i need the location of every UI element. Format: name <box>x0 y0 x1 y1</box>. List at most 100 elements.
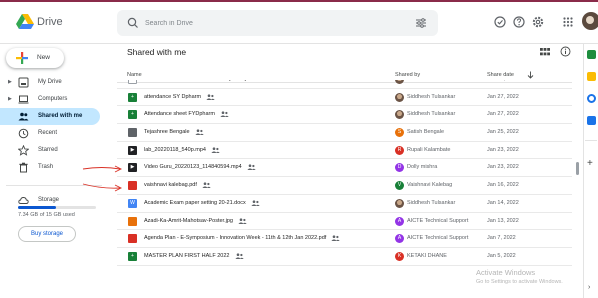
sidebar-item-recent[interactable]: Recent <box>0 125 104 142</box>
settings-gear-icon[interactable] <box>531 15 545 29</box>
file-name: Azadi-Ka-Amrit-Mahotsav-Poster.jpg <box>144 217 233 224</box>
shared-by-name: Prashant Gurav <box>407 80 446 82</box>
top-bar: Drive <box>0 2 598 44</box>
folder-file-icon <box>128 128 137 138</box>
add-addon-icon[interactable]: + <box>587 158 593 169</box>
file-name: MASTER PLAN FIRST HALF 2022 <box>144 252 230 259</box>
shared-by-name: Siddhesh Tulsankar <box>407 93 456 100</box>
shared-by-name: Siddhesh Tulsankar <box>407 199 456 206</box>
shared-by-name: AICTE Technical Support <box>407 217 469 224</box>
owner-avatar: V <box>395 181 404 191</box>
owner-avatar: S <box>395 128 404 138</box>
video-file-icon: ▶ <box>128 163 137 173</box>
owner-avatar <box>395 110 404 120</box>
help-icon[interactable] <box>512 15 526 29</box>
search-options-icon[interactable] <box>414 16 428 30</box>
sidebar-item-shared-with-me[interactable]: Shared with me <box>0 108 100 125</box>
table-row[interactable]: Tejashree Bengale S Satish Bengale Jan 25, … <box>117 124 572 142</box>
shared-by-name: KETAKI DHANE <box>407 252 447 259</box>
search-icon[interactable] <box>126 16 140 30</box>
file-name: Video Guru_20220123_114840594.mp4 <box>144 164 242 171</box>
watermark-line1: Activate Windows <box>476 268 536 277</box>
share-date: Jan 23, 2022 <box>487 164 519 171</box>
share-date: Jan 5, 2022 <box>487 252 516 259</box>
shared-by-name: Vaishnavi Kalebag <box>407 182 453 189</box>
my-drive-icon <box>18 77 29 88</box>
table-row[interactable]: + attendance SY Dpharm Siddhesh Tulsankar J… <box>117 89 572 107</box>
keep-icon[interactable] <box>587 72 596 81</box>
table-row[interactable]: ▶ Video Guru_20220123_114840594.mp4 D Dolly… <box>117 159 572 178</box>
shared-icon <box>251 200 260 206</box>
clock-icon <box>18 128 29 139</box>
owner-avatar <box>395 80 404 84</box>
column-header-name[interactable]: Name <box>127 72 142 78</box>
tasks-icon[interactable] <box>587 94 596 103</box>
expand-caret-icon[interactable]: ▶ <box>8 96 12 102</box>
column-header-shared-by[interactable]: Shared by <box>395 72 420 78</box>
shared-icon <box>194 129 204 136</box>
storage-usage-fill <box>18 206 57 209</box>
buy-storage-label: Buy storage <box>30 231 64 237</box>
word-file-icon: W <box>128 198 137 208</box>
storage-usage-bar <box>18 206 96 209</box>
shared-by-name: Dolly mishra <box>407 164 438 171</box>
table-row[interactable]: ▶ lab_20220118_540p.mp4 R Rupali Kalambate J… <box>117 142 572 160</box>
shared-icon <box>206 94 215 100</box>
share-date: Jan 27, 2022 <box>487 111 519 118</box>
apps-grid-icon[interactable] <box>561 15 575 29</box>
watermark-line2: Go to Settings to activate Windows. <box>476 279 563 285</box>
file-name: Final Year Pharmaceutics IV Theory Study… <box>144 80 268 82</box>
sort-arrow-down-icon[interactable] <box>527 71 534 79</box>
buy-storage-button[interactable]: Buy storage <box>18 226 76 242</box>
vertical-scrollbar[interactable] <box>576 162 579 175</box>
sidebar-item-computers[interactable]: ▶ Computers <box>0 91 104 108</box>
table-row[interactable]: vaishnavi kalebag.pdf V Vaishnavi Kalebag J… <box>117 177 572 195</box>
info-icon[interactable] <box>560 46 571 57</box>
file-name: attendance SY Dpharm <box>144 93 202 100</box>
drive-logo-icon[interactable] <box>16 14 34 30</box>
sidebar-item-label: Computers <box>38 96 68 102</box>
video-file-icon: ▶ <box>128 145 137 155</box>
owner-avatar: R <box>395 145 404 155</box>
share-date: Jan 28, 2022 <box>487 80 519 82</box>
table-row[interactable]: Azadi-Ka-Amrit-Mahotsav-Poster.jpg A AICTE… <box>117 213 572 231</box>
owner-avatar: A <box>395 216 404 226</box>
owner-avatar: D <box>395 163 404 173</box>
new-button[interactable]: New <box>6 48 64 68</box>
sidebar-item-my-drive[interactable]: ▶ My Drive <box>0 74 104 91</box>
sidebar-item-starred[interactable]: Starred <box>0 142 104 159</box>
share-date: Jan 7, 2022 <box>487 235 516 242</box>
rail-divider <box>585 140 597 141</box>
table-row[interactable]: W Academic Exam paper setting 20-21.docx S… <box>117 195 572 213</box>
shared-icon <box>211 147 220 153</box>
table-row[interactable]: + Attendance sheet FYDpharm Siddhesh Tulsa… <box>117 106 572 125</box>
expand-caret-icon[interactable]: ▶ <box>8 79 12 85</box>
calendar-icon[interactable] <box>587 50 596 59</box>
share-date: Jan 16, 2022 <box>487 182 519 189</box>
sidebar-item-label: Storage <box>38 197 60 203</box>
app-name[interactable]: Drive <box>37 16 63 28</box>
search-input[interactable] <box>145 14 405 32</box>
contacts-icon[interactable] <box>587 116 596 125</box>
offline-status-icon[interactable] <box>493 15 507 29</box>
file-name: Attendance sheet FYDpharm <box>144 111 215 118</box>
pdf-file-icon <box>128 181 137 191</box>
chevron-right-icon[interactable]: › <box>588 284 590 291</box>
page-title: Shared with me <box>127 47 187 57</box>
plus-icon <box>16 52 28 64</box>
sheet-file-icon: + <box>128 251 137 261</box>
account-avatar[interactable] <box>582 12 598 30</box>
sidebar-item-label: Recent <box>38 130 58 136</box>
trash-icon <box>19 162 28 173</box>
new-button-label: New <box>37 54 51 61</box>
shared-people-icon <box>18 112 29 121</box>
grid-view-icon[interactable] <box>540 47 550 57</box>
column-header-share-date[interactable]: Share date <box>487 72 514 78</box>
sidebar-item-label: My Drive <box>38 79 62 85</box>
search-bar[interactable] <box>117 10 438 36</box>
activate-windows-watermark: Activate Windows Go to Settings to activ… <box>476 268 563 285</box>
share-date: Jan 23, 2022 <box>487 146 519 153</box>
table-row[interactable]: Final Year Pharmaceutics IV Theory Study… <box>117 80 572 89</box>
table-row[interactable]: Agenda Plan - E-Symposium - Innovation W… <box>117 230 572 248</box>
table-row[interactable]: + MASTER PLAN FIRST HALF 2022 K KETAKI DHAN… <box>117 248 572 266</box>
